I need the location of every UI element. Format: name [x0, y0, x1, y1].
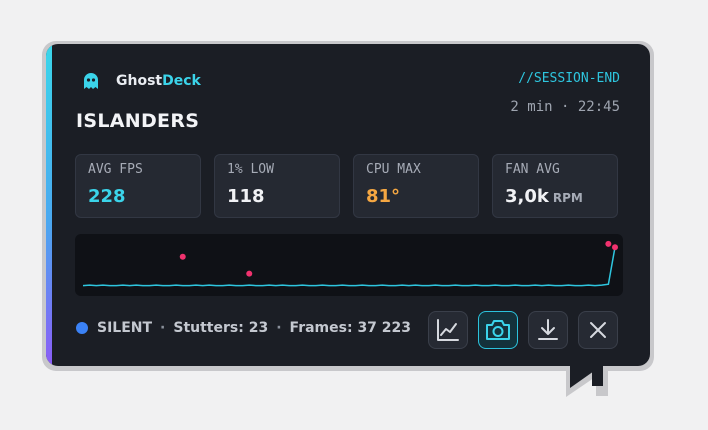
frames-count: Frames: 37 223: [289, 320, 412, 336]
chart-icon: [437, 319, 459, 341]
mode-label: SILENT: [97, 320, 153, 336]
session-footer: SILENT · Stutters: 23 · Frames: 37 223: [76, 320, 411, 336]
stat-value-number: 81°: [366, 186, 401, 207]
ghost-logo-icon: [84, 73, 98, 89]
stat-label: 1% LOW: [227, 162, 274, 177]
brand-name-part1: Ghost: [116, 73, 163, 89]
stutter-marker: [246, 270, 253, 277]
close-icon: [590, 322, 606, 338]
stat-value: 81°: [366, 186, 466, 207]
bubble-tail-edge: [592, 362, 603, 386]
stutter-marker: [612, 244, 618, 251]
session-tag: //SESSION-END: [518, 71, 620, 86]
action-buttons: [428, 311, 628, 349]
frametime-chart: [75, 234, 623, 296]
graph-button[interactable]: [428, 311, 468, 349]
frametime-chart-svg: [82, 240, 618, 287]
camera-icon: [486, 320, 510, 340]
separator: ·: [160, 320, 166, 336]
brand-name: GhostDeck: [116, 73, 201, 89]
download-icon: [538, 319, 558, 340]
stutter-marker: [605, 240, 612, 247]
stat-unit: RPM: [552, 191, 583, 205]
brand: GhostDeck: [81, 71, 201, 91]
stat-value: 3,0k RPM: [505, 186, 605, 207]
stat-value: 228: [88, 186, 188, 207]
stat-label: AVG FPS: [88, 162, 143, 177]
separator: ·: [276, 320, 282, 336]
stutter-marker: [179, 253, 186, 260]
stat-fan-avg: FAN AVG 3,0k RPM: [492, 154, 618, 218]
stat-value-number: 3,0k: [505, 186, 549, 207]
stat-label: CPU MAX: [366, 162, 421, 177]
close-button[interactable]: [578, 311, 618, 349]
session-duration-time: 2 min · 22:45: [510, 99, 620, 115]
download-button[interactable]: [528, 311, 568, 349]
frametime-line: [82, 247, 616, 287]
game-title: ISLANDERS: [76, 110, 200, 132]
stat-value: 118: [227, 186, 327, 207]
stutters-count: Stutters: 23: [173, 320, 269, 336]
stat-avg-fps: AVG FPS 228: [75, 154, 201, 218]
stat-value-number: 118: [227, 186, 265, 207]
stat-1pct-low: 1% LOW 118: [214, 154, 340, 218]
brand-name-part2: Deck: [162, 73, 201, 89]
session-card: GhostDeck //SESSION-END 2 min · 22:45 IS…: [46, 44, 650, 366]
stat-label: FAN AVG: [505, 162, 560, 177]
stats-row: AVG FPS 228 1% LOW 118 CPU MAX 81° FAN A…: [75, 154, 631, 218]
accent-bar: [46, 44, 52, 366]
mode-indicator-dot: [76, 322, 88, 334]
stat-cpu-max: CPU MAX 81°: [353, 154, 479, 218]
stat-value-number: 228: [88, 186, 126, 207]
screenshot-button[interactable]: [478, 311, 518, 349]
